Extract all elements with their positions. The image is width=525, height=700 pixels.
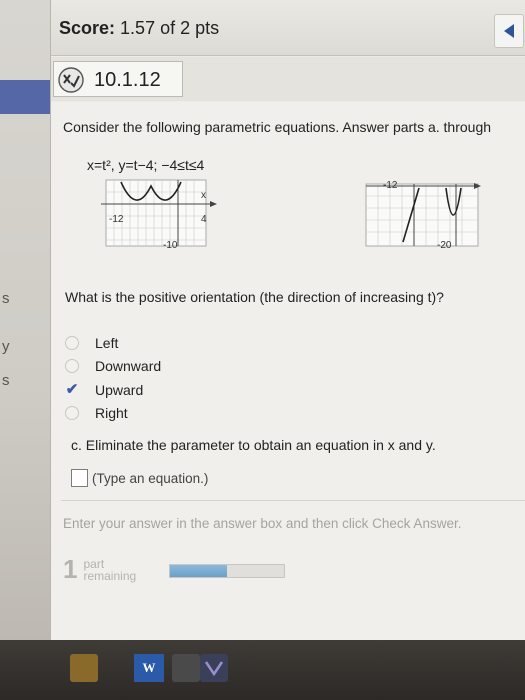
option-upward[interactable]: ✔ Upward [65,378,161,402]
graph-left-tick-pos: 4 [201,214,207,225]
question-panel: Score: 1.57 of 2 pts 10.1.12 ˙ Consider … [50,0,525,640]
answer-hint: (Type an equation.) [92,470,209,486]
graph-right-tick-bottom: -20 [437,240,452,250]
option-right[interactable]: Right [65,402,161,426]
answer-row: (Type an equation.) [71,469,208,487]
sidebar-highlight [0,80,50,114]
question-prompt: Consider the following parametric equati… [63,119,492,135]
option-label: Downward [95,358,162,375]
option-label: Right [95,405,128,422]
part-c-question: c. Eliminate the parameter to obtain an … [71,437,436,453]
radio-button[interactable] [65,406,79,421]
taskbar: W [0,640,525,700]
graph-left-tick-y: -10 [163,240,178,250]
score-bar: Score: 1.57 of 2 pts [51,0,525,56]
arrow-left-icon [504,24,514,38]
sidebar-fragment: y [2,338,10,355]
question-id: 10.1.12 [94,69,161,91]
score-label: Score: [59,18,116,38]
orientation-question: What is the positive orientation (the di… [65,289,444,305]
word-icon[interactable]: W [134,654,164,682]
parts-remaining: 1 part remaining [63,554,136,585]
score-value: 1.57 of 2 pts [120,18,220,38]
graph-left-x-label: x [201,190,206,201]
radio-button-selected[interactable]: ✔ [65,380,79,398]
graph-right-tick-top: -12 [383,180,398,191]
radio-button[interactable] [65,335,79,350]
parts-remaining-count: 1 [63,554,78,584]
progress-fill [170,565,227,577]
instructions-text: Enter your answer in the answer box and … [63,516,462,531]
graph-left-tick-neg: -12 [109,214,124,225]
sidebar-fragment: s [2,290,10,307]
radio-button[interactable] [65,359,79,374]
option-label: Left [95,334,119,351]
option-label: Upward [95,381,144,398]
question-id-box: 10.1.12 [53,61,183,97]
parametric-equation: x=t², y=t−4; −4≤t≤4 [87,157,205,173]
left-sidebar-strip: s y s [0,0,50,640]
checkmark-icon: ✔ [65,380,79,398]
divider [61,500,525,501]
graph-option-right[interactable]: -12 -20 [361,178,491,250]
score-display: Score: 1.57 of 2 pts [59,18,219,39]
partial-credit-icon [58,67,84,93]
progress-bar [169,564,285,578]
parts-remaining-label: part remaining [83,556,137,583]
previous-question-button[interactable] [494,14,524,48]
visual-studio-icon[interactable] [200,654,228,682]
app-icon[interactable] [172,654,200,682]
option-left[interactable]: Left [65,331,161,355]
orientation-options: Left Downward ✔ Upward Right [65,331,161,425]
file-explorer-icon[interactable] [70,654,98,682]
graph-option-left[interactable]: x -12 4 -10 [81,178,231,250]
question-id-bar: 10.1.12 ˙ [51,57,525,143]
sidebar-fragment: s [2,372,10,389]
option-downward[interactable]: Downward [65,355,161,379]
answer-input[interactable] [71,469,88,487]
question-body: Consider the following parametric equati… [51,102,525,640]
